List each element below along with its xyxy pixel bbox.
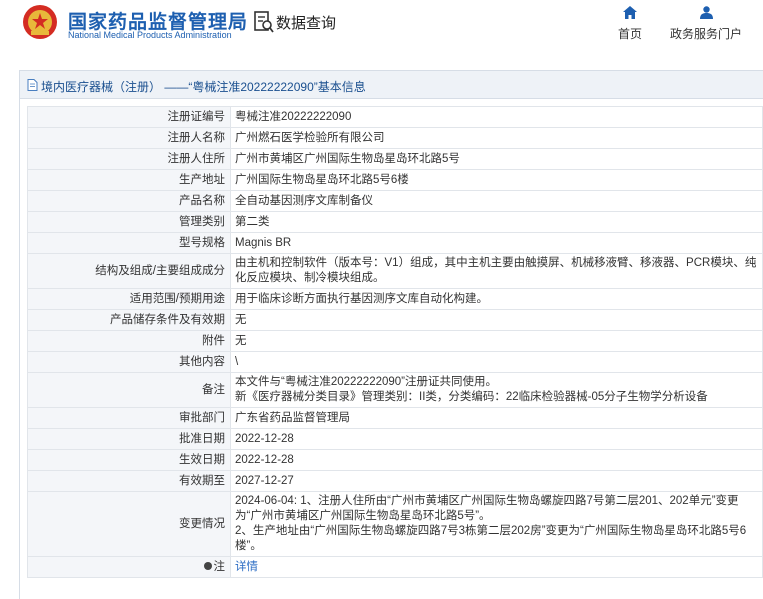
panel-title-bar: 境内医疗器械（注册） ——“粤械注准20222222090”基本信息 [20,71,763,99]
table-row: 生产地址 广州国际生物岛星岛环北路5号6楼 [27,169,763,191]
table-row: 生效日期 2022-12-28 [27,449,763,471]
field-label: 有效期至 [27,470,231,492]
field-label: 变更情况 [27,491,231,557]
field-label: 备注 [27,372,231,408]
field-value: 无 [230,330,763,352]
table-row: 产品储存条件及有效期无 [27,309,763,331]
field-label: 生产地址 [27,169,231,191]
table-row: 注册人住所 广州市黄埔区广州国际生物岛星岛环北路5号 [27,148,763,170]
field-label: 注册人名称 [27,127,231,149]
field-value: 由主机和控制软件（版本号：V1）组成，其中主机主要由触摸屏、机械移液臂、移液器、… [230,253,763,289]
national-emblem-icon [23,5,57,39]
nav-home-label: 首页 [617,27,642,41]
field-label: 适用范围/预期用途 [27,288,231,310]
pin-icon [203,562,212,571]
table-row: 注册证编号 粤械注准20222222090 [27,106,763,128]
field-value: Magnis BR [230,232,763,254]
table-row: 附件无 [27,330,763,352]
field-value: 广州国际生物岛星岛环北路5号6楼 [230,169,763,191]
panel-title: 境内医疗器械（注册） ——“粤械注准20222222090”基本信息 [41,80,366,94]
field-value: 用于临床诊断方面执行基因测序文库自动化构建。 [230,288,763,310]
info-table: 注册证编号 粤械注准20222222090 注册人名称 广州燃石医学检验所有限公司 注册… [27,106,763,578]
table-row: 型号规格 Magnis BR [27,232,763,254]
table-row: 批准日期 2022-12-28 [27,428,763,450]
field-label: 附件 [27,330,231,352]
table-row: 变更情况 2024-06-04: 1、注册人住所由“广州市黄埔区广州国际生物岛螺旋… [27,491,763,557]
table-row: 注册人名称 广州燃石医学检验所有限公司 [27,127,763,149]
field-value: \ [230,351,763,373]
home-icon [623,6,637,19]
field-value: 广东省药品监督管理局 [230,407,763,429]
table-row: 其他内容 \ [27,351,763,373]
table-row: 结构及组成/主要组成成分 由主机和控制软件（版本号：V1）组成，其中主机主要由触摸… [27,253,763,289]
field-label: 注册证编号 [27,106,231,128]
field-value: 2022-12-28 [230,449,763,471]
document-icon [27,79,38,91]
field-value: 2027-12-27 [230,470,763,492]
query-label: 数据查询 [276,15,337,32]
nav-portal[interactable]: 政务服务门户 [669,6,743,42]
field-label: 型号规格 [27,232,231,254]
top-bar: 国家药品监督管理局 National Medical Products Admi… [0,0,763,58]
table-row: 产品名称 全自动基因测序文库制备仪 [27,190,763,212]
field-label: 结构及组成/主要组成成分 [27,253,231,289]
field-value: 全自动基因测序文库制备仪 [230,190,763,212]
table-row: 审批部门 广东省药品监督管理局 [27,407,763,429]
user-icon [699,6,713,19]
nav-home[interactable]: 首页 [616,6,644,42]
info-panel: 境内医疗器械（注册） ——“粤械注准20222222090”基本信息 注册证编号… [19,70,763,599]
field-value: 广州燃石医学检验所有限公司 [230,127,763,149]
field-value: 第二类 [230,211,763,233]
note-label-cell: 注 [27,556,231,578]
field-label: 生效日期 [27,449,231,471]
table-row: 管理类别 第二类 [27,211,763,233]
field-value: 2024-06-04: 1、注册人住所由“广州市黄埔区广州国际生物岛螺旋四路7号… [230,491,763,557]
field-label: 管理类别 [27,211,231,233]
field-value: 广州市黄埔区广州国际生物岛星岛环北路5号 [230,148,763,170]
header-gap [0,58,763,70]
site-subtitle: National Medical Products Administration [68,30,232,40]
table-row: 备注 本文件与“粤械注准20222222090”注册证共同使用。 新《医疗器械分类… [27,372,763,408]
note-label: 注 [213,560,226,573]
table-row: 适用范围/预期用途 用于临床诊断方面执行基因测序文库自动化构建。 [27,288,763,310]
field-label: 产品名称 [27,190,231,212]
field-value: 粤械注准20222222090 [230,106,763,128]
field-label: 其他内容 [27,351,231,373]
table-row: 有效期至 2027-12-27 [27,470,763,492]
field-value: 无 [230,309,763,331]
field-label: 产品储存条件及有效期 [27,309,231,331]
field-label: 注册人住所 [27,148,231,170]
nav-portal-label: 政务服务门户 [669,27,742,41]
field-label: 批准日期 [27,428,231,450]
table-row: 注详情 [27,556,763,578]
field-value: 2022-12-28 [230,428,763,450]
detail-link[interactable]: 详情 [235,561,258,573]
field-label: 审批部门 [27,407,231,429]
note-value-cell: 详情 [230,556,763,578]
field-value: 本文件与“粤械注准20222222090”注册证共同使用。 新《医疗器械分类目录… [230,372,763,408]
query-icon [254,11,274,33]
